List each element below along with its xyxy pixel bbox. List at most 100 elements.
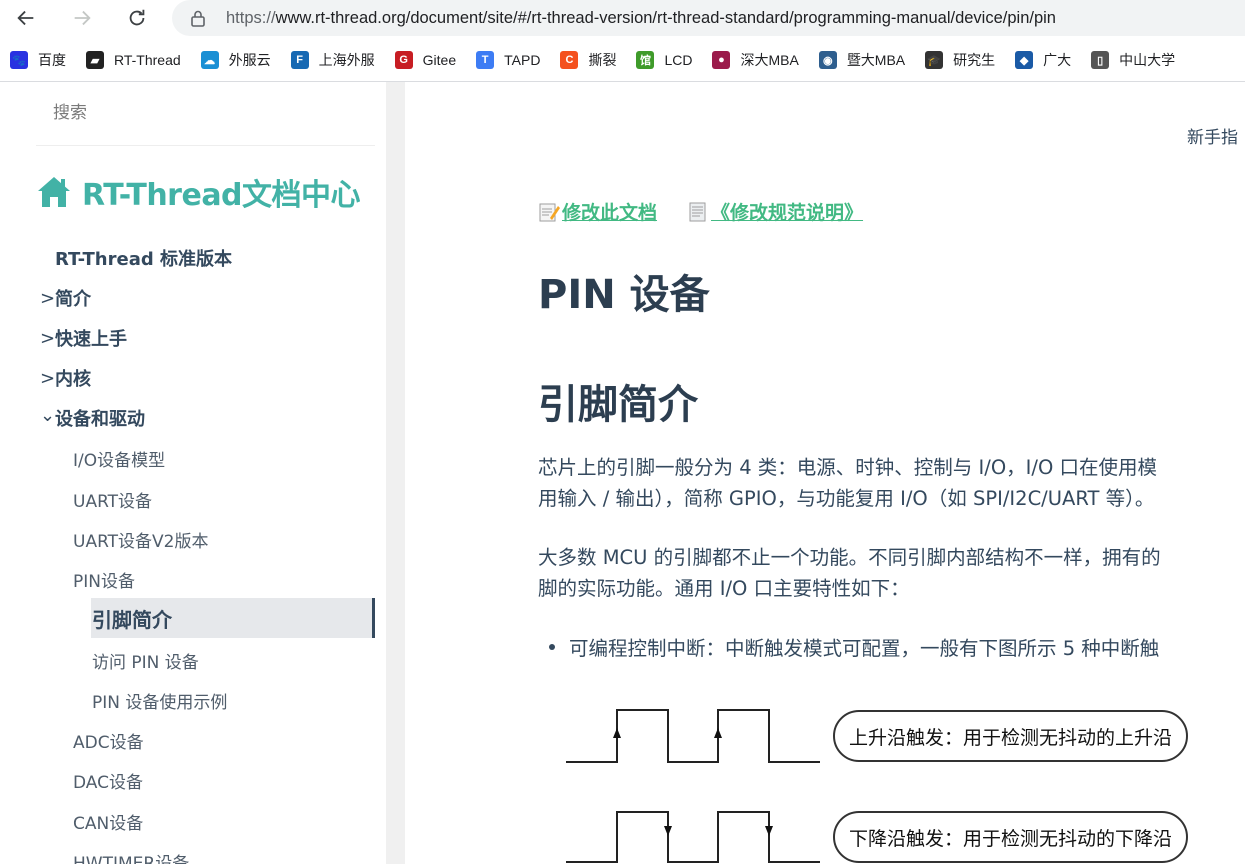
- nav-item-dac[interactable]: DAC设备: [73, 768, 143, 793]
- bookmark-item[interactable]: ☁ 外服云: [200, 50, 271, 70]
- nav-item-uart[interactable]: UART设备: [73, 487, 152, 512]
- edit-spec-link-label: 《修改规范说明》: [711, 202, 864, 224]
- bookmark-label: TAPD: [504, 52, 541, 68]
- bookmark-item[interactable]: ▰ RT-Thread: [86, 51, 181, 69]
- reload-button[interactable]: [119, 0, 155, 36]
- sidebar-scroll-gutter[interactable]: [386, 82, 405, 864]
- bookmark-item[interactable]: T TAPD: [476, 51, 540, 69]
- paragraph-1: 芯片上的引脚一般分为 4 类：电源、时钟、控制与 I/O，I/O 口在使用模 用…: [538, 452, 1157, 514]
- rising-arrow-1: [613, 728, 621, 738]
- bookmark-icon: ▰: [86, 51, 104, 69]
- paragraph-line: 用输入 / 输出），简称 GPIO，与功能复用 I/O（如 SPI/I2C/UA…: [538, 487, 1155, 510]
- nav-section-label: 内核: [55, 369, 91, 390]
- paragraph-line: 大多数 MCU 的引脚都不止一个功能。不同引脚内部结构不一样，拥有的: [538, 546, 1161, 569]
- arrow-left-icon: [17, 10, 34, 26]
- bookmark-icon: 🐾: [10, 51, 28, 69]
- page-title: PIN 设备: [538, 272, 710, 318]
- page-icon: [689, 202, 706, 221]
- nav-section-label: 简介: [55, 289, 91, 310]
- nav-section-quickstart[interactable]: > 快速上手: [40, 325, 127, 351]
- bookmark-label: Gitee: [422, 52, 457, 68]
- back-button[interactable]: [8, 0, 44, 36]
- bookmark-item[interactable]: G Gitee: [394, 51, 457, 69]
- nav-item-hwtimer[interactable]: HWTIMER设备: [73, 849, 189, 864]
- paragraph-2: 大多数 MCU 的引脚都不止一个功能。不同引脚内部结构不一样，拥有的 脚的实际功…: [538, 542, 1161, 604]
- bookmark-item[interactable]: 🎓 研究生: [925, 50, 995, 70]
- paragraph-line: 芯片上的引脚一般分为 4 类：电源、时钟、控制与 I/O，I/O 口在使用模: [538, 456, 1158, 479]
- nav-item-can[interactable]: CAN设备: [73, 809, 143, 834]
- bookmark-item[interactable]: ◉ 暨大MBA: [818, 50, 906, 70]
- nav-active-label: 引脚简介: [92, 607, 172, 632]
- bookmark-label: 外服云: [228, 52, 271, 68]
- chevron-down-icon: ⌄: [40, 404, 56, 426]
- falling-trigger-label: 下降沿触发：用于检测无抖动的下降沿: [833, 811, 1189, 863]
- bookmarks-bar: 🐾 百度 ▰ RT-Thread ☁ 外服云 F 上海外服 G Gitee T TAPD C 撕裂 馆 LCD…: [0, 42, 1245, 78]
- nav-item-pin-access[interactable]: 访问 PIN 设备: [92, 648, 199, 673]
- nav-section-devices[interactable]: ⌄ 设备和驱动: [40, 405, 145, 431]
- address-bar[interactable]: https://www.rt-thread.org/document/site/…: [172, 0, 1245, 36]
- search-input[interactable]: [36, 82, 375, 144]
- bookmark-item[interactable]: ● 深大MBA: [712, 50, 799, 70]
- falling-arrow-2: [765, 826, 773, 836]
- nav-item-pin-example[interactable]: PIN 设备使用示例: [92, 688, 227, 713]
- lock-icon[interactable]: [188, 8, 208, 28]
- nav-item-io-model[interactable]: I/O设备模型: [73, 446, 165, 471]
- bullet-item: 可编程控制中断：中断触发模式可配置，一般有下图所示 5 种中断触: [549, 632, 1159, 661]
- edit-links: 修改此文档 《修改规范说明》: [538, 198, 863, 225]
- brand-title: RT-Thread文档中心: [82, 178, 361, 213]
- nav-item-uart-v2[interactable]: UART设备V2版本: [73, 527, 208, 552]
- browser-toolbar: https://www.rt-thread.org/document/site/…: [0, 0, 1245, 38]
- rising-trigger-label: 上升沿触发：用于检测无抖动的上升沿: [833, 710, 1189, 762]
- nav-item-adc[interactable]: ADC设备: [73, 728, 144, 753]
- paragraph-line: 脚的实际功能。通用 I/O 口主要特性如下：: [538, 577, 910, 600]
- nav-section-label: 设备和驱动: [55, 409, 145, 430]
- arrow-right-icon: [74, 10, 91, 26]
- nav-section-kernel[interactable]: > 内核: [40, 365, 91, 391]
- bookmark-label: RT-Thread: [114, 52, 181, 68]
- bookmark-item[interactable]: ◆ 广大: [1015, 50, 1071, 70]
- falling-arrow-1: [664, 826, 672, 836]
- bookmark-icon: T: [476, 51, 495, 69]
- rising-arrow-2: [714, 728, 722, 738]
- site-brand[interactable]: RT-Thread文档中心: [36, 170, 361, 214]
- bookmark-item[interactable]: ▯ 中山大学: [1091, 50, 1175, 70]
- rising-waveform: [566, 709, 820, 763]
- bookmark-icon: ◆: [1015, 51, 1034, 69]
- chevron-right-icon: >: [40, 367, 56, 389]
- top-nav-link[interactable]: 新手指: [1187, 123, 1238, 148]
- bookmark-label: 深大MBA: [740, 52, 799, 68]
- nav-item-pin-intro-active[interactable]: 引脚简介: [91, 598, 375, 638]
- bookmark-icon: 馆: [636, 51, 655, 69]
- bookmark-icon: G: [394, 51, 413, 69]
- bookmark-icon: ●: [712, 51, 731, 69]
- bookmark-icon: ▯: [1091, 51, 1110, 69]
- bookmark-label: 广大: [1043, 52, 1072, 68]
- home-icon: [38, 177, 70, 207]
- trigger-mode-diagram: 上升沿触发：用于检测无抖动的上升沿 下降沿触发：用于检测无抖动的下降沿: [560, 694, 1245, 864]
- url-text: https://www.rt-thread.org/document/site/…: [226, 8, 1056, 27]
- bookmark-label: LCD: [664, 52, 693, 68]
- section-title: 引脚简介: [538, 382, 698, 428]
- bookmark-label: 撕裂: [588, 52, 617, 68]
- nav-root-standard[interactable]: RT-Thread 标准版本: [55, 245, 232, 271]
- nav-section-intro[interactable]: > 简介: [40, 285, 91, 311]
- bookmark-icon: C: [560, 51, 579, 69]
- chevron-right-icon: >: [40, 287, 56, 309]
- bookmark-item[interactable]: F 上海外服: [290, 50, 375, 70]
- memo-icon: [539, 203, 560, 221]
- edit-doc-link[interactable]: 修改此文档: [538, 198, 657, 225]
- forward-button[interactable]: [64, 0, 100, 36]
- bookmark-label: 中山大学: [1119, 52, 1176, 68]
- edit-spec-link[interactable]: 《修改规范说明》: [687, 198, 863, 225]
- bookmark-label: 暨大MBA: [846, 52, 906, 68]
- bookmark-item[interactable]: C 撕裂: [560, 50, 616, 70]
- bookmark-label: 上海外服: [318, 52, 375, 68]
- edit-doc-link-label: 修改此文档: [562, 202, 658, 224]
- nav-item-pin[interactable]: PIN设备: [73, 567, 135, 592]
- bookmark-item[interactable]: 🐾 百度: [10, 50, 66, 70]
- search-container: [36, 82, 375, 146]
- bookmark-icon: F: [290, 51, 309, 69]
- bookmark-item[interactable]: 馆 LCD: [636, 51, 692, 69]
- main-content: 新手指 修改此文档 《修改规范说明》 PIN 设备 引脚简介 芯片上的引脚一般分…: [405, 82, 1245, 864]
- bookmark-icon: 🎓: [925, 51, 944, 69]
